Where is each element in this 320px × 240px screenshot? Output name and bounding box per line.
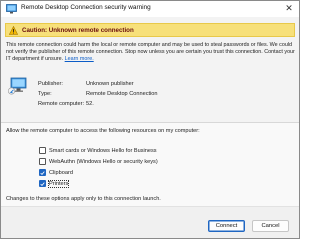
connect-button[interactable]: Connect: [208, 220, 245, 232]
resources-prompt: Allow the remote computer to access the …: [6, 128, 200, 134]
checkbox-label: Printers: [47, 179, 70, 188]
learn-more-link[interactable]: Learn more.: [65, 56, 94, 62]
caution-banner: Caution: Unknown remote connection: [5, 23, 295, 37]
remote-computer-label: Remote computer:: [38, 101, 85, 107]
warning-icon: [9, 26, 18, 35]
checkbox-box[interactable]: [39, 169, 46, 176]
checkbox-box[interactable]: [39, 158, 46, 165]
publisher-label: Publisher:: [38, 81, 63, 87]
warning-body: This remote connection could harm the lo…: [6, 42, 295, 62]
checkbox-label: WebAuthn (Windows Hello or security keys…: [49, 158, 158, 165]
close-button[interactable]: ✕: [282, 1, 296, 16]
checkbox-clipboard[interactable]: Clipboard: [39, 169, 73, 176]
remote-computer-value: 52.: [86, 101, 94, 107]
checkbox-label: Clipboard: [49, 169, 73, 176]
warning-message: This remote connection could harm the lo…: [6, 42, 296, 62]
remote-desktop-icon: [6, 4, 17, 14]
cancel-button[interactable]: Cancel: [252, 220, 289, 232]
publisher-value: Unknown publisher: [86, 81, 134, 87]
options-note: Changes to these options apply only to t…: [6, 196, 161, 202]
title-bar[interactable]: Remote Desktop Connection security warni…: [1, 1, 299, 17]
type-label: Type:: [38, 91, 52, 97]
checkbox-smart-cards[interactable]: Smart cards or Windows Hello for Busines…: [39, 147, 157, 154]
security-warning-dialog: Remote Desktop Connection security warni…: [0, 0, 300, 239]
type-value: Remote Desktop Connection: [86, 91, 158, 97]
window-title: Remote Desktop Connection security warni…: [21, 4, 151, 11]
checkbox-printers[interactable]: Printers: [39, 179, 70, 188]
checkmark-icon: [40, 170, 45, 175]
checkbox-webauthn[interactable]: WebAuthn (Windows Hello or security keys…: [39, 158, 158, 165]
caution-text: Caution: Unknown remote connection: [22, 26, 134, 34]
remote-computer-icon: [8, 77, 27, 95]
checkmark-icon: [40, 181, 45, 186]
checkbox-box[interactable]: [39, 180, 46, 187]
checkbox-box[interactable]: [39, 147, 46, 154]
close-icon: ✕: [285, 3, 293, 13]
checkbox-label: Smart cards or Windows Hello for Busines…: [49, 147, 157, 154]
